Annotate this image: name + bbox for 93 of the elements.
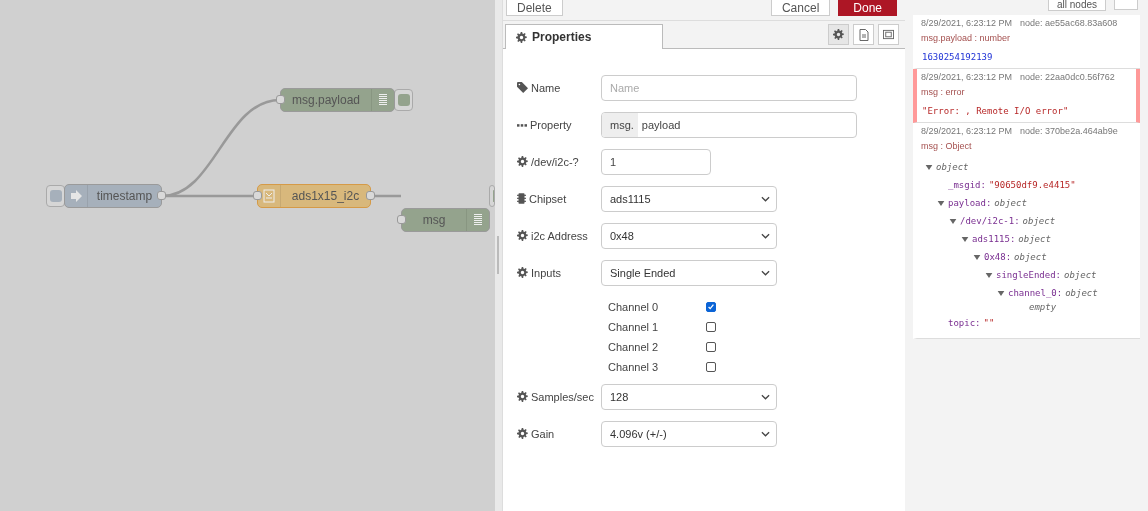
- gear-icon: [516, 31, 527, 43]
- document-icon: [858, 28, 869, 41]
- done-button[interactable]: Done: [838, 0, 897, 16]
- ellipsis-icon: [517, 122, 527, 127]
- message-topic: msg : Object: [921, 141, 972, 151]
- node-id-label: node: 370be2a.464ab9e: [1020, 126, 1118, 136]
- property-key: /dev/i2c-1:: [960, 216, 1020, 226]
- property-value: object: [1065, 288, 1098, 298]
- expand-icon[interactable]: [961, 236, 969, 242]
- property-key: channel_0:: [1008, 288, 1063, 298]
- expand-icon[interactable]: [937, 200, 945, 206]
- checkbox-label: Channel 1: [608, 320, 660, 333]
- message-time: 8/29/2021, 6:23:12 PM: [921, 126, 1013, 136]
- checkbox[interactable]: [706, 341, 716, 352]
- gear-icon: [833, 29, 844, 40]
- name-field[interactable]: Name: [601, 74, 857, 101]
- checkbox-label: Channel 3: [608, 360, 660, 373]
- checkbox[interactable]: [706, 361, 716, 372]
- input-port[interactable]: [253, 191, 262, 200]
- gear-icon: [517, 391, 528, 402]
- property-value: "": [983, 318, 995, 328]
- message-topic: msg : error: [921, 87, 965, 97]
- arrow-icon: [70, 190, 82, 202]
- field-label: Samples/sec: [531, 390, 594, 403]
- field-label: Chipset: [529, 192, 567, 205]
- toggle-button[interactable]: [394, 89, 413, 111]
- property-field[interactable]: msg. payload: [601, 111, 857, 138]
- tray-button[interactable]: Cancel: [770, 0, 831, 16]
- field-label: /dev/i2c-?: [531, 155, 579, 168]
- message-time: 8/29/2021, 6:23:12 PM: [921, 72, 1013, 82]
- dropdown[interactable]: 0x48: [601, 222, 777, 249]
- chip-icon: [517, 193, 526, 204]
- gear-icon: [517, 156, 528, 167]
- gear-icon: [517, 267, 528, 278]
- property-key: _msgid:: [948, 180, 986, 190]
- property-key: singleEnded:: [996, 270, 1062, 280]
- input-port[interactable]: [276, 95, 285, 104]
- property-value: object: [1014, 252, 1047, 262]
- gear-icon: [517, 230, 528, 241]
- property-value: object: [994, 198, 1027, 208]
- description-button[interactable]: [853, 24, 874, 45]
- message-time: 8/29/2021, 6:23:12 PM: [921, 18, 1013, 28]
- message-value: 1630254192139: [922, 52, 993, 62]
- chevron-icon: [761, 195, 770, 202]
- checkbox[interactable]: [706, 321, 716, 332]
- chevron-icon: [761, 269, 770, 276]
- node-id-label: node: ae55ac68.83a608: [1020, 18, 1118, 28]
- message-topic: msg.payload : number: [921, 33, 1011, 43]
- chevron-icon: [761, 430, 770, 437]
- field-label: i2c Address: [531, 229, 588, 242]
- frame-icon: [882, 29, 895, 40]
- chip-icon: [263, 189, 275, 203]
- node-id-label: node: 22aa0dc0.56f762: [1020, 72, 1115, 82]
- expand-icon[interactable]: [985, 272, 993, 278]
- property-value: object: [1022, 216, 1056, 226]
- input-field[interactable]: 1: [601, 148, 711, 175]
- expand-icon[interactable]: [949, 218, 957, 224]
- field-label: Property: [530, 118, 572, 131]
- list-icon: [379, 94, 387, 106]
- expand-icon[interactable]: [925, 164, 933, 170]
- property-key: payload:: [948, 198, 992, 208]
- empty-note: empty: [1029, 302, 1057, 312]
- property-key: 0x48:: [984, 252, 1012, 262]
- property-value: object: [1018, 234, 1051, 244]
- dropdown[interactable]: ads1115: [601, 185, 777, 212]
- message-value: "Error: , Remote I/O error": [922, 106, 1069, 116]
- field-label: Name: [531, 81, 561, 94]
- filter-button[interactable]: all nodes: [1047, 0, 1106, 11]
- list-icon: [474, 214, 482, 226]
- dropdown[interactable]: 128: [601, 383, 777, 410]
- tray-button[interactable]: Delete: [506, 0, 563, 16]
- checkbox-label: Channel 2: [608, 340, 660, 353]
- property-key: topic:: [948, 318, 981, 328]
- appearance-button[interactable]: [878, 24, 899, 45]
- gear-icon: [517, 428, 528, 439]
- properties-tab[interactable]: Properties: [505, 24, 663, 49]
- input-port[interactable]: [397, 215, 406, 224]
- dropdown[interactable]: Single Ended: [601, 259, 777, 286]
- property-value: object: [936, 162, 969, 172]
- chevron-icon: [761, 232, 770, 239]
- field-label: Gain: [531, 427, 555, 440]
- checkbox-label: Channel 0: [608, 300, 660, 313]
- checkbox[interactable]: [706, 301, 716, 312]
- field-label: Inputs: [531, 266, 561, 279]
- chevron-icon: [761, 393, 770, 400]
- dropdown[interactable]: 4.096v (+/-): [601, 420, 777, 447]
- property-value: "90650df9.e4415": [988, 180, 1076, 190]
- property-value: object: [1064, 270, 1097, 280]
- expand-icon[interactable]: [973, 254, 981, 260]
- tag-icon: [517, 82, 528, 93]
- expand-icon[interactable]: [997, 290, 1005, 296]
- settings-button[interactable]: [828, 24, 849, 45]
- property-key: ads1115:: [972, 234, 1016, 244]
